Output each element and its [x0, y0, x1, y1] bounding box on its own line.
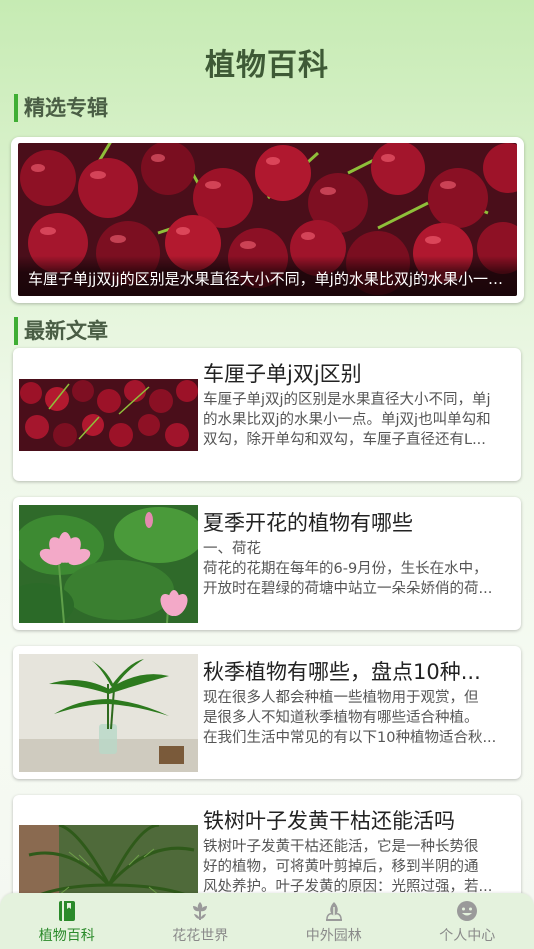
article-summary: 现在很多人都会种植一些植物用于观赏，但 是很多人不知道秋季植物有哪些适合种植。 …	[203, 690, 497, 746]
tab-label: 花花世界	[172, 928, 229, 944]
article-summary: 车厘子单j双j的区别是水果直径大小不同，单j 的水果比双j的水果小一点。单j双j…	[203, 392, 491, 448]
article-title: 车厘子单j双j区别	[203, 362, 362, 386]
featured-section-heading: 精选专辑	[14, 94, 108, 122]
article-summary: 一、荷花 荷花的花期在每年的6-9月份，生长在水中， 开放时在碧绿的荷塘中站立一…	[203, 541, 493, 597]
tab-plant-encyclopedia[interactable]: 植物百科	[0, 893, 134, 949]
article-thumbnail	[19, 379, 198, 451]
article-title: 铁树叶子发黄干枯还能活吗	[203, 809, 455, 833]
article-card-summer-flowers[interactable]: 夏季开花的植物有哪些 一、荷花 荷花的花期在每年的6-9月份，生长在水中， 开放…	[13, 497, 521, 630]
tab-gardens[interactable]: 中外园林	[267, 893, 401, 949]
article-thumbnail	[19, 654, 198, 772]
article-title: 秋季植物有哪些，盘点10种...	[203, 660, 481, 684]
article-card-autumn-plants[interactable]: 秋季植物有哪些，盘点10种... 现在很多人都会种植一些植物用于观赏，但 是很多…	[13, 646, 521, 779]
article-title: 夏季开花的植物有哪些	[203, 511, 413, 535]
flower-icon	[193, 902, 208, 920]
tab-label: 植物百科	[38, 928, 95, 944]
featured-album-card[interactable]: 车厘子单jj双jj的区别是水果直径大小不同，单j的水果比双j的水果小一点。	[11, 137, 524, 303]
cherries-image: 车厘子单jj双jj的区别是水果直径大小不同，单j的水果比双j的水果小一点。	[18, 143, 517, 296]
article-summary: 铁树叶子发黄干枯还能活，它是一种长势很 好的植物，可将黄叶剪掉后，移到半阴的通 …	[203, 839, 493, 895]
tab-flower-world[interactable]: 花花世界	[134, 893, 268, 949]
tab-profile[interactable]: 个人中心	[401, 893, 534, 949]
article-thumbnail	[19, 505, 198, 623]
bottom-tab-bar: 植物百科 花花世界 中外园林 个人中心	[0, 893, 534, 949]
garden-icon	[325, 902, 342, 921]
book-icon	[58, 901, 75, 921]
tab-label: 个人中心	[439, 928, 496, 944]
page-title: 植物百科	[205, 48, 329, 83]
smiley-icon	[457, 901, 478, 921]
tab-label: 中外园林	[305, 928, 362, 944]
featured-caption: 车厘子单jj双jj的区别是水果直径大小不同，单j的水果比双j的水果小一点。	[18, 256, 517, 296]
article-card-cherry[interactable]: 车厘子单j双j区别 车厘子单j双j的区别是水果直径大小不同，单j 的水果比双j的…	[13, 348, 521, 481]
latest-section-heading: 最新文章	[14, 317, 108, 345]
